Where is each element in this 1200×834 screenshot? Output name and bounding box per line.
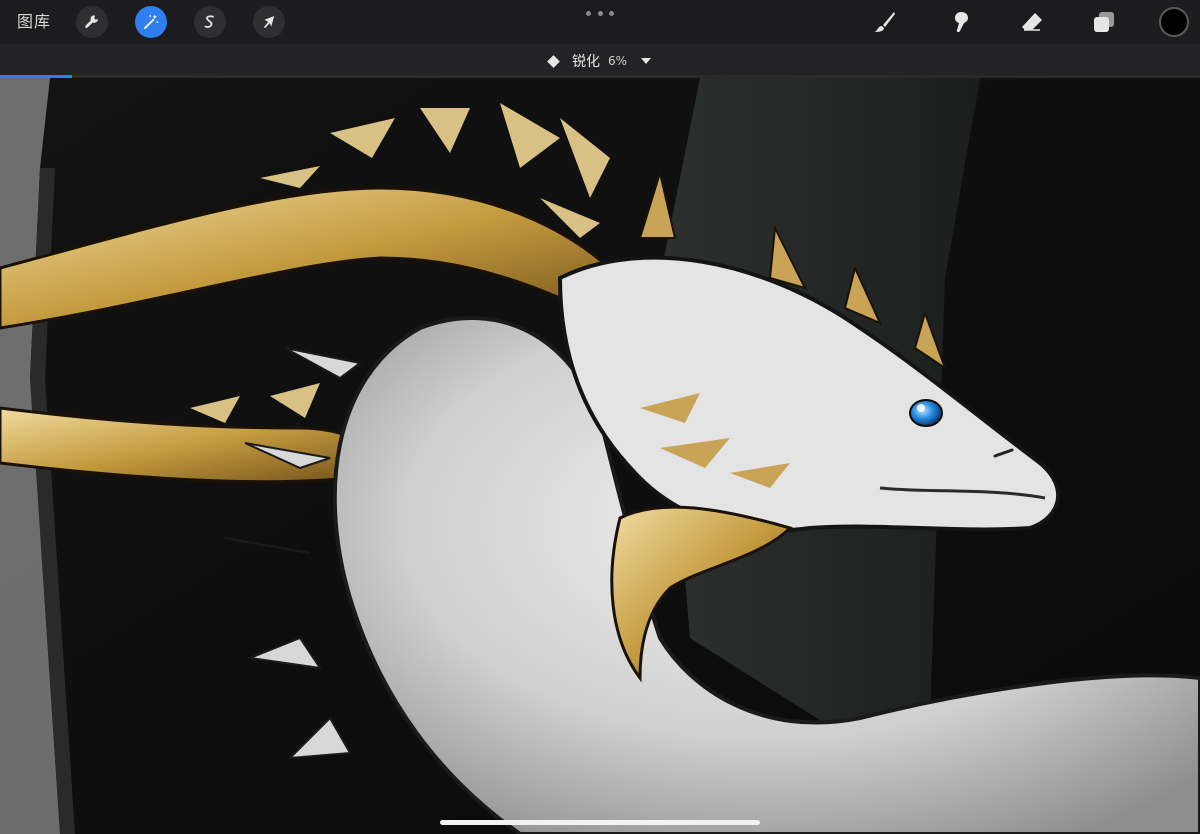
selection-button[interactable] xyxy=(194,6,226,38)
adjustment-value: 6% xyxy=(607,54,628,68)
eraser-tool-button[interactable] xyxy=(1018,8,1046,36)
layers-icon xyxy=(1092,10,1116,34)
smudge-tool-button[interactable] xyxy=(946,8,974,36)
adjustment-menu[interactable]: 锐化 6% xyxy=(0,44,1200,78)
smudge-icon xyxy=(948,10,972,34)
arrow-cursor-icon xyxy=(260,13,278,31)
eraser-icon xyxy=(1020,10,1044,34)
magic-wand-icon xyxy=(142,13,160,31)
adjustment-bar: 锐化 6% xyxy=(0,44,1200,78)
wrench-icon xyxy=(83,13,101,31)
paint-tool-button[interactable] xyxy=(871,8,899,36)
actions-button[interactable] xyxy=(76,6,108,38)
dot xyxy=(609,10,614,16)
color-swatch-button[interactable] xyxy=(1159,7,1189,37)
diamond-icon xyxy=(547,54,560,68)
dot xyxy=(597,10,603,16)
gallery-button[interactable]: 图库 xyxy=(17,11,51,33)
brush-icon xyxy=(873,10,897,34)
transform-button[interactable] xyxy=(253,6,285,38)
top-toolbar: 图库 xyxy=(0,0,1200,44)
selection-s-icon xyxy=(201,13,219,31)
home-indicator[interactable] xyxy=(440,820,760,825)
adjustment-label: 锐化 xyxy=(571,54,600,70)
drawing-canvas[interactable] xyxy=(0,78,1200,834)
more-options-handle[interactable] xyxy=(586,9,614,17)
dragon-artwork xyxy=(0,78,1200,834)
layers-button[interactable] xyxy=(1090,8,1118,36)
adjustment-progress-fill xyxy=(0,75,72,78)
adjustments-button[interactable] xyxy=(135,6,167,38)
caret-down-icon xyxy=(641,58,652,64)
adjustment-progress-track[interactable] xyxy=(0,75,1200,78)
dot xyxy=(586,10,591,16)
